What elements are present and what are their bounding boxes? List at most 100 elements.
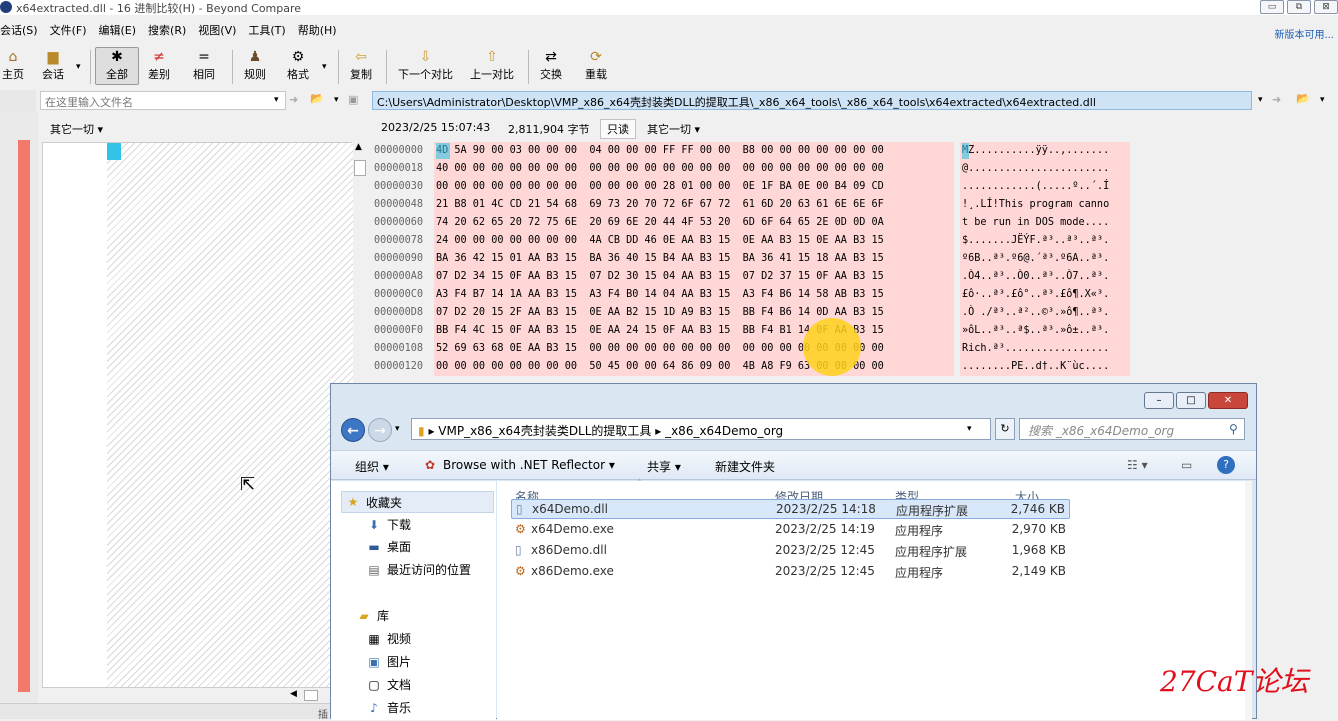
session-button[interactable]: ▆ 会话 [42, 48, 64, 82]
reload-button[interactable]: ⟳ 重载 [585, 48, 607, 82]
left-misc-dropdown[interactable]: 其它一切 ▾ [50, 121, 103, 137]
nav-library[interactable]: ▰ 库 [357, 607, 389, 624]
diff-overview-bar[interactable] [18, 140, 30, 692]
hex-bytes[interactable]: 00 00 00 00 00 00 00 00 50 45 00 00 64 8… [434, 358, 954, 376]
hex-ascii[interactable]: $.......JËÝF.ª³..ª³..ª³. [960, 232, 1130, 250]
left-horizontal-scrollbar[interactable]: ◀ [290, 688, 330, 703]
right-browse-dropdown-icon[interactable]: ▾ [1320, 95, 1325, 105]
menu-session[interactable]: 会话(S) [0, 22, 44, 40]
hex-bytes[interactable]: 4D 5A 90 00 03 00 00 00 04 00 00 00 FF F… [434, 142, 954, 160]
view-options-icon[interactable]: ☷ ▾ [1127, 458, 1148, 472]
hex-bytes[interactable]: 40 00 00 00 00 00 00 00 00 00 00 00 00 0… [434, 160, 954, 178]
hex-bytes[interactable]: 74 20 62 65 20 72 75 6E 20 69 6E 20 44 4… [434, 214, 954, 232]
left-browse-dropdown-icon[interactable]: ▾ [334, 95, 339, 105]
restore-button[interactable]: ⧉ [1287, 0, 1311, 14]
preview-pane-icon[interactable]: ▭ [1181, 458, 1192, 472]
format-dropdown-icon[interactable]: ▾ [322, 62, 327, 72]
minimize-button[interactable]: ▭ [1260, 0, 1284, 14]
address-dropdown-icon[interactable]: ▾ [967, 424, 972, 434]
hex-ascii[interactable]: £ô·..ª³.£ô°..ª³.£ô¶.X«³. [960, 286, 1130, 304]
right-history-dropdown-icon[interactable]: ▾ [1258, 95, 1263, 105]
organize-button[interactable]: 组织 ▾ [355, 458, 389, 475]
explorer-maximize-button[interactable]: □ [1176, 392, 1206, 409]
explorer-minimize-button[interactable]: – [1144, 392, 1174, 409]
hex-bytes[interactable]: BA 36 42 15 01 AA B3 15 BA 36 40 15 B4 A… [434, 250, 954, 268]
explorer-search-input[interactable]: 搜索 _x86_x64Demo_org [1019, 418, 1245, 440]
scroll-left-icon[interactable]: ◀ [290, 689, 297, 699]
right-path-input[interactable]: C:\Users\Administrator\Desktop\VMP_x86_x… [372, 91, 1252, 110]
address-bar[interactable]: ▮ ▸ VMP_x86_x64壳封装类DLL的提取工具 ▸ _x86_x64De… [411, 418, 991, 440]
refresh-icon[interactable]: ↻ [995, 418, 1015, 440]
file-row[interactable]: ▯ x86Demo.dll 2023/2/25 12:45 应用程序扩展 1,968 K… [511, 541, 1070, 561]
hex-bytes[interactable]: 07 D2 20 15 2F AA B3 15 0E AA B2 15 1D A… [434, 304, 954, 322]
menu-file[interactable]: 文件(F) [44, 22, 93, 40]
hex-bytes[interactable]: BB F4 4C 15 0F AA B3 15 0E AA 24 15 0F A… [434, 322, 954, 340]
hex-ascii[interactable]: ........PE..d†..K¨ùc.... [960, 358, 1130, 376]
right-misc-dropdown[interactable]: 其它一切 ▾ [647, 121, 700, 137]
hex-bytes[interactable]: 00 00 00 00 00 00 00 00 00 00 00 00 28 0… [434, 178, 954, 196]
prev-diff-button[interactable]: ⇧ 上一对比 [470, 48, 514, 82]
left-hex-pane[interactable] [42, 142, 353, 688]
hex-ascii[interactable]: .Ò ./ª³..ª²..©³.»ô¶..ª³. [960, 304, 1130, 322]
nav-favorites[interactable]: ★ 收藏夹 [341, 491, 494, 513]
hscroll-thumb[interactable] [304, 690, 318, 701]
explorer-close-button[interactable]: ✕ [1208, 392, 1248, 409]
search-icon[interactable]: ⚲ [1229, 422, 1238, 436]
menu-tools[interactable]: 工具(T) [242, 22, 291, 40]
hex-ascii[interactable]: Rich.ª³................. [960, 340, 1130, 358]
hex-bytes[interactable]: 52 69 63 68 0E AA B3 15 00 00 00 00 00 0… [434, 340, 954, 358]
hex-ascii[interactable]: º6B..ª³.º6@.´ª³.º6A..ª³. [960, 250, 1130, 268]
nav-music[interactable]: ♪ 音乐 [367, 699, 411, 716]
left-history-dropdown-icon[interactable]: ▾ [274, 95, 279, 105]
session-dropdown-icon[interactable]: ▾ [76, 62, 81, 72]
nav-videos[interactable]: ▦ 视频 [367, 630, 411, 647]
menu-view[interactable]: 视图(V) [192, 22, 242, 40]
menu-search[interactable]: 搜索(R) [142, 22, 192, 40]
menu-edit[interactable]: 编辑(E) [93, 22, 143, 40]
nav-desktop[interactable]: ▬ 桌面 [367, 538, 411, 555]
file-row[interactable]: ▯ x64Demo.dll 2023/2/25 14:18 应用程序扩展 2,746 K… [511, 499, 1070, 519]
hex-ascii[interactable]: .Ò4..ª³..Ò0..ª³..Ò7..ª³. [960, 268, 1130, 286]
right-hex-pane[interactable]: 00000000 4D 5A 90 00 03 00 00 00 04 00 00… [372, 142, 1130, 382]
new-version-link[interactable]: 新版本可用... [1274, 26, 1334, 41]
nav-documents[interactable]: ▢ 文档 [367, 676, 411, 693]
left-save-icon[interactable]: ▣ [348, 93, 358, 106]
swap-button[interactable]: ⇄ 交换 [540, 48, 562, 82]
close-button[interactable]: ⊠ [1314, 0, 1338, 14]
format-button[interactable]: ⚙ 格式 [287, 48, 309, 82]
hex-ascii[interactable]: !¸.LÍ!This program canno [960, 196, 1130, 214]
share-button[interactable]: 共享 ▾ [647, 458, 681, 475]
file-row[interactable]: ⚙ x64Demo.exe 2023/2/25 14:19 应用程序 2,970 KB [511, 520, 1070, 540]
right-go-arrow-icon[interactable]: ➜ [1272, 93, 1281, 106]
recent-pages-dropdown-icon[interactable]: ▾ [395, 424, 400, 434]
readonly-badge[interactable]: 只读 [600, 119, 636, 139]
all-button[interactable]: ✱ 全部 [95, 47, 139, 85]
scroll-up-icon[interactable]: ▲ [355, 142, 362, 152]
scroll-thumb[interactable] [354, 160, 366, 176]
left-browse-folder-icon[interactable]: 📂 [310, 92, 324, 105]
right-browse-folder-icon[interactable]: 📂 [1296, 92, 1310, 105]
new-folder-button[interactable]: 新建文件夹 [715, 458, 775, 475]
home-button[interactable]: ⌂ 主页 [2, 48, 24, 82]
nav-downloads[interactable]: ⬇ 下载 [367, 516, 411, 533]
hex-bytes[interactable]: A3 F4 B7 14 1A AA B3 15 A3 F4 B0 14 04 A… [434, 286, 954, 304]
hex-bytes[interactable]: 07 D2 34 15 0F AA B3 15 07 D2 30 15 04 A… [434, 268, 954, 286]
nav-recent[interactable]: ▤ 最近访问的位置 [367, 561, 471, 578]
left-go-arrow-icon[interactable]: ➜ [289, 93, 298, 106]
forward-arrow-icon[interactable]: → [368, 418, 392, 442]
left-filename-input[interactable]: 在这里输入文件名 [40, 91, 286, 110]
file-row[interactable]: ⚙ x86Demo.exe 2023/2/25 12:45 应用程序 2,149 KB [511, 562, 1070, 582]
hex-ascii[interactable]: »ôL..ª³..ª$..ª³.»ô±..ª³. [960, 322, 1130, 340]
copy-button[interactable]: ⇦ 复制 [350, 48, 372, 82]
reflector-button[interactable]: Browse with .NET Reflector ▾ [443, 458, 615, 472]
hex-ascii[interactable]: MZ..........ÿÿ..,....... [960, 142, 1130, 160]
hex-bytes[interactable]: 24 00 00 00 00 00 00 00 4A CB DD 46 0E A… [434, 232, 954, 250]
menu-help[interactable]: 帮助(H) [292, 22, 343, 40]
back-arrow-icon[interactable]: ← [341, 418, 365, 442]
diffs-button[interactable]: ≠ 差别 [148, 48, 170, 82]
next-diff-button[interactable]: ⇩ 下一个对比 [398, 48, 453, 82]
hex-bytes[interactable]: 21 B8 01 4C CD 21 54 68 69 73 20 70 72 6… [434, 196, 954, 214]
help-icon[interactable]: ? [1217, 456, 1235, 474]
hex-ascii[interactable]: ............(.....º..´.Í [960, 178, 1130, 196]
rules-button[interactable]: ♟ 规则 [244, 48, 266, 82]
